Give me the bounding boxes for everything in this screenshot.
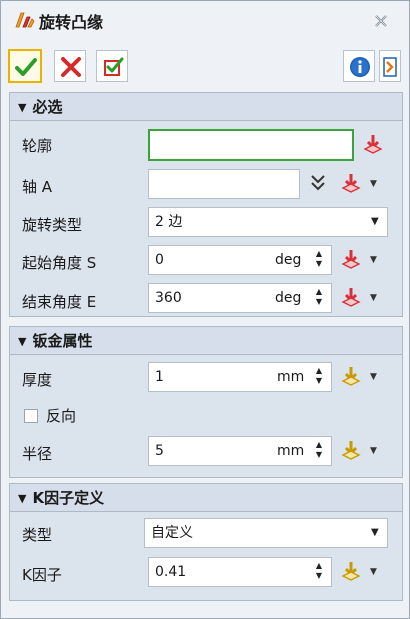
close-icon[interactable] xyxy=(373,13,389,29)
rotation-type-value: 2 边 xyxy=(155,214,183,230)
window-title: 旋转凸缘 xyxy=(39,13,104,32)
help-button[interactable] xyxy=(379,50,401,82)
info-button[interactable] xyxy=(343,50,375,82)
end-angle-label: 结束角度 E xyxy=(22,293,97,311)
profile-field[interactable] xyxy=(148,129,354,161)
section-required-body: 轮廓 轴 A ▼ 旋转类型 2 边 ▼ 起始角度 S 0 deg ▲ ▼ ▼ 结… xyxy=(10,121,402,316)
pick-radius-icon[interactable] xyxy=(340,439,362,463)
ok-button[interactable] xyxy=(8,49,42,83)
k-type-select[interactable]: 自定义 ▼ xyxy=(144,518,388,548)
start-angle-unit: deg xyxy=(275,252,302,268)
flange-feature-icon xyxy=(15,12,35,28)
section-sheet-metal: ▼ 钣金属性 厚度 1 mm ▲ ▼ ▼ 反向 半径 5 mm ▲ ▼ ▼ xyxy=(9,326,403,478)
help-icon xyxy=(383,57,397,77)
dropdown-arrow-icon: ▼ xyxy=(371,527,379,538)
radius-spinner[interactable]: ▲ ▼ xyxy=(314,440,324,462)
axis-field[interactable] xyxy=(148,169,300,199)
start-angle-field[interactable]: 0 deg ▲ ▼ xyxy=(148,245,332,275)
section-k-factor-body: 类型 自定义 ▼ K因子 0.41 ▲ ▼ ▼ xyxy=(10,512,402,600)
section-sheet-metal-header[interactable]: ▼ 钣金属性 xyxy=(10,327,402,355)
apply-button[interactable] xyxy=(96,50,128,82)
k-type-label: 类型 xyxy=(22,526,53,544)
pick-k-factor-icon[interactable] xyxy=(340,560,362,584)
rotation-type-select[interactable]: 2 边 ▼ xyxy=(148,207,388,237)
pick-thickness-icon[interactable] xyxy=(340,365,362,389)
k-factor-value: 0.41 xyxy=(155,564,187,580)
rotation-type-label: 旋转类型 xyxy=(22,216,83,234)
pick-start-angle-dropdown-icon[interactable]: ▼ xyxy=(370,255,377,265)
profile-label: 轮廓 xyxy=(22,137,53,155)
k-type-value: 自定义 xyxy=(151,525,193,541)
pick-end-angle-icon[interactable] xyxy=(340,286,362,310)
checkmark-icon xyxy=(15,58,37,76)
start-angle-spinner[interactable]: ▲ ▼ xyxy=(314,249,324,271)
rotate-flange-panel: 旋转凸缘 ▼ 必选 轮廓 轴 A ▼ 旋转类型 2 边 ▼ 起始角度 S 0 d… xyxy=(0,0,410,619)
pick-k-factor-dropdown-icon[interactable]: ▼ xyxy=(370,567,377,577)
pick-axis-icon[interactable] xyxy=(340,172,362,196)
reverse-checkbox[interactable] xyxy=(24,409,38,423)
title-bar: 旋转凸缘 xyxy=(1,1,409,37)
pick-start-angle-icon[interactable] xyxy=(340,248,362,272)
radius-field[interactable]: 5 mm ▲ ▼ xyxy=(148,436,332,466)
collapse-triangle-icon: ▼ xyxy=(18,101,27,114)
radius-unit: mm xyxy=(277,443,305,459)
pick-entity-icon[interactable] xyxy=(362,133,384,157)
end-angle-unit: deg xyxy=(275,290,302,306)
pick-end-angle-dropdown-icon[interactable]: ▼ xyxy=(370,293,377,303)
start-angle-value: 0 xyxy=(155,252,164,268)
reverse-label: 反向 xyxy=(46,407,77,425)
k-factor-spinner[interactable]: ▲ ▼ xyxy=(314,561,324,583)
section-k-factor: ▼ K因子定义 类型 自定义 ▼ K因子 0.41 ▲ ▼ ▼ xyxy=(9,483,403,601)
section-required-header[interactable]: ▼ 必选 xyxy=(10,93,402,121)
k-factor-label: K因子 xyxy=(22,566,62,584)
pick-radius-dropdown-icon[interactable]: ▼ xyxy=(370,446,377,456)
section-required: ▼ 必选 轮廓 轴 A ▼ 旋转类型 2 边 ▼ 起始角度 S 0 deg ▲ … xyxy=(9,92,403,317)
radius-label: 半径 xyxy=(22,445,53,463)
thickness-field[interactable]: 1 mm ▲ ▼ xyxy=(148,362,332,392)
pick-axis-dropdown-icon[interactable]: ▼ xyxy=(370,179,377,189)
end-angle-spinner[interactable]: ▲ ▼ xyxy=(314,287,324,309)
dropdown-arrow-icon: ▼ xyxy=(371,216,379,227)
thickness-label: 厚度 xyxy=(22,371,53,389)
thickness-spinner[interactable]: ▲ ▼ xyxy=(314,366,324,388)
info-icon xyxy=(350,57,370,77)
end-angle-value: 360 xyxy=(155,290,182,306)
checkbox-apply-icon xyxy=(104,57,124,76)
thickness-value: 1 xyxy=(155,369,164,385)
cancel-button[interactable] xyxy=(54,50,86,82)
collapse-triangle-icon: ▼ xyxy=(18,335,27,348)
radius-value: 5 xyxy=(155,443,164,459)
collapse-triangle-icon: ▼ xyxy=(18,492,27,505)
section-required-title: 必选 xyxy=(32,98,63,116)
pick-thickness-dropdown-icon[interactable]: ▼ xyxy=(370,372,377,382)
k-factor-field[interactable]: 0.41 ▲ ▼ xyxy=(148,557,332,587)
axis-label: 轴 A xyxy=(22,178,53,196)
cross-icon xyxy=(61,57,81,77)
end-angle-field[interactable]: 360 deg ▲ ▼ xyxy=(148,283,332,313)
section-k-factor-header[interactable]: ▼ K因子定义 xyxy=(10,484,402,512)
section-k-factor-title: K因子定义 xyxy=(32,489,105,507)
section-sheet-metal-body: 厚度 1 mm ▲ ▼ ▼ 反向 半径 5 mm ▲ ▼ ▼ xyxy=(10,355,402,477)
section-sheet-metal-title: 钣金属性 xyxy=(32,332,93,350)
chevron-double-down-icon[interactable] xyxy=(310,174,326,192)
start-angle-label: 起始角度 S xyxy=(22,254,97,272)
thickness-unit: mm xyxy=(277,369,305,385)
